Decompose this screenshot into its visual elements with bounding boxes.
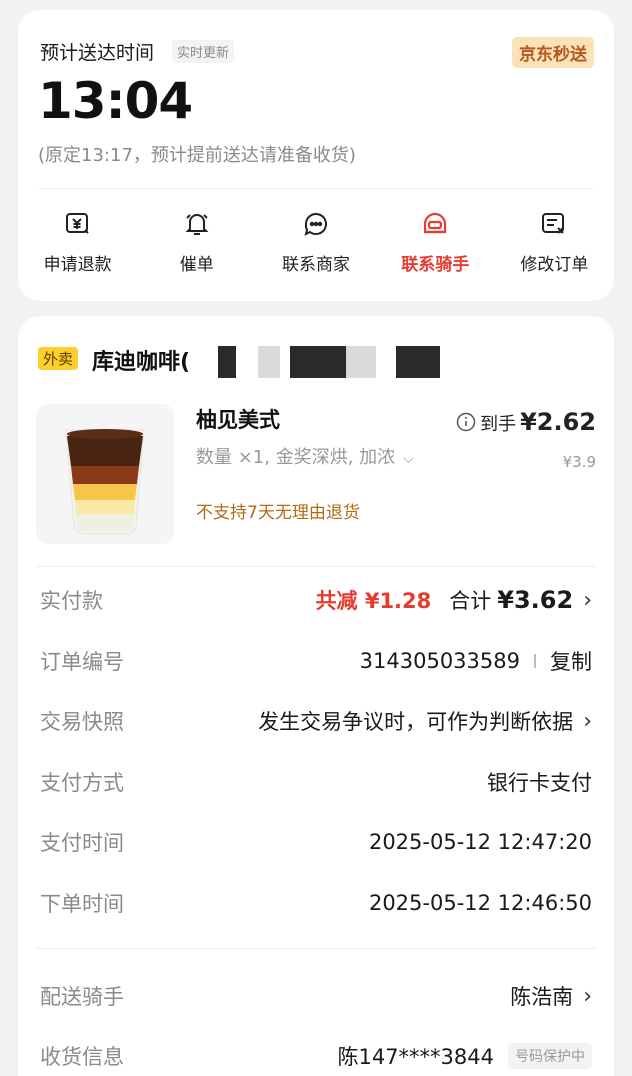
delivery-status-card: 预计送达时间 实时更新 京东秒送 13:04 (原定13:17，预计提前送达请准…: [18, 10, 614, 301]
paid-label: 实付款: [40, 589, 103, 613]
payment-method-value: 银行卡支付: [487, 771, 592, 795]
receiver-label: 收货信息: [40, 1045, 124, 1069]
redaction-mask: [290, 346, 346, 378]
contact-rider-button[interactable]: 联系骑手: [376, 210, 495, 290]
live-update-badge: 实时更新: [172, 40, 235, 63]
coffee-cup-icon: [36, 404, 174, 544]
payment-time-row: 支付时间 2025-05-12 12:47:20: [40, 822, 592, 862]
snapshot-label: 交易快照: [40, 710, 124, 734]
merchant-chat-icon: [304, 213, 327, 236]
return-policy: 不支持7天无理由退货: [196, 503, 360, 523]
shop-name[interactable]: 库迪咖啡(: [92, 344, 190, 376]
order-number-row: 订单编号 314305033589 复制: [40, 641, 592, 681]
redaction-mask: [346, 346, 376, 378]
order-number-value: 314305033589: [359, 649, 520, 673]
service-badge: 京东秒送: [512, 37, 594, 68]
refund-icon: [65, 213, 89, 234]
rider-name: 陈浩南: [510, 985, 574, 1009]
refund-label: 申请退款: [43, 255, 112, 275]
takeout-tag: 外卖: [38, 347, 79, 370]
receiver-row: 收货信息 陈147****3844 号码保护中: [40, 1036, 592, 1076]
order-time-label: 下单时间: [40, 892, 124, 916]
item-spec[interactable]: 数量 ×1, 金奖深烘, 加浓 ⌵: [196, 443, 414, 469]
order-time-value: 2025-05-12 12:46:50: [368, 891, 592, 915]
order-time-row: 下单时间 2025-05-12 12:46:50: [40, 883, 592, 923]
chevron-right-icon: ›: [583, 983, 592, 1009]
net-price[interactable]: 到手 ¥2.62: [456, 408, 596, 436]
snapshot-value: 发生交易争议时，可作为判断依据: [258, 710, 574, 734]
redaction-mask: [218, 346, 236, 378]
divider: [534, 654, 536, 668]
redaction-mask: [258, 346, 280, 378]
order-number-label: 订单编号: [40, 650, 124, 674]
contact-merchant-label: 联系商家: [282, 255, 350, 275]
rider-row[interactable]: 配送骑手 陈浩南 ›: [40, 976, 592, 1016]
chevron-right-icon: ›: [583, 587, 592, 613]
receiver-value: 陈147****3844: [337, 1045, 494, 1069]
payment-time-label: 支付时间: [40, 831, 124, 855]
edit-order-icon: [542, 213, 565, 234]
contact-rider-label: 联系骑手: [401, 255, 470, 275]
urge-order-label: 催单: [179, 255, 214, 275]
original-price: ¥3.9: [562, 453, 596, 471]
redaction-mask: [396, 346, 440, 378]
action-bar: 申请退款 催单 联系商家 联系骑手 修改订单: [18, 210, 614, 290]
rider-label: 配送骑手: [40, 985, 124, 1009]
eta-note: (原定13:17，预计提前送达请准备收货): [38, 145, 356, 166]
paid-row[interactable]: 实付款 共减 ¥1.28 合计 ¥3.62 ›: [40, 580, 592, 620]
total-amount: ¥3.62: [497, 586, 574, 614]
snapshot-row[interactable]: 交易快照 发生交易争议时，可作为判断依据 ›: [40, 701, 592, 741]
payment-time-value: 2025-05-12 12:47:20: [368, 830, 592, 854]
payment-method-label: 支付方式: [40, 771, 124, 795]
discount-amount: 共减 ¥1.28: [315, 589, 432, 613]
info-icon: [456, 412, 476, 432]
order-detail-card: 外卖 库迪咖啡( 柚见美式 数量 ×1, 金奖深烘, 加浓 ⌵ 不支持7天无理由退…: [18, 316, 614, 1076]
divider: [36, 566, 596, 567]
eta-time: 13:04: [38, 72, 193, 130]
bell-icon: [185, 214, 209, 235]
item-spec-text: 数量 ×1, 金奖深烘, 加浓: [196, 447, 396, 468]
chevron-right-icon: ›: [583, 708, 592, 734]
net-price-value: ¥2.62: [520, 408, 596, 436]
refund-button[interactable]: 申请退款: [18, 210, 137, 290]
copy-button[interactable]: 复制: [550, 646, 592, 676]
net-price-label: 到手: [480, 414, 517, 435]
edit-order-label: 修改订单: [520, 255, 589, 275]
urge-order-button[interactable]: 催单: [137, 210, 256, 290]
total-label: 合计: [449, 589, 492, 613]
item-name: 柚见美式: [196, 408, 280, 432]
contact-merchant-button[interactable]: 联系商家: [256, 210, 375, 290]
divider: [36, 948, 596, 949]
rider-helmet-icon: [424, 212, 447, 234]
divider: [38, 188, 594, 189]
product-image[interactable]: [36, 404, 174, 544]
edit-order-button[interactable]: 修改订单: [495, 210, 614, 290]
payment-method-row: 支付方式 银行卡支付: [40, 762, 592, 802]
chevron-down-icon: ⌵: [403, 451, 414, 467]
eta-label: 预计送达时间: [40, 42, 155, 64]
number-protected-badge: 号码保护中: [508, 1043, 592, 1069]
